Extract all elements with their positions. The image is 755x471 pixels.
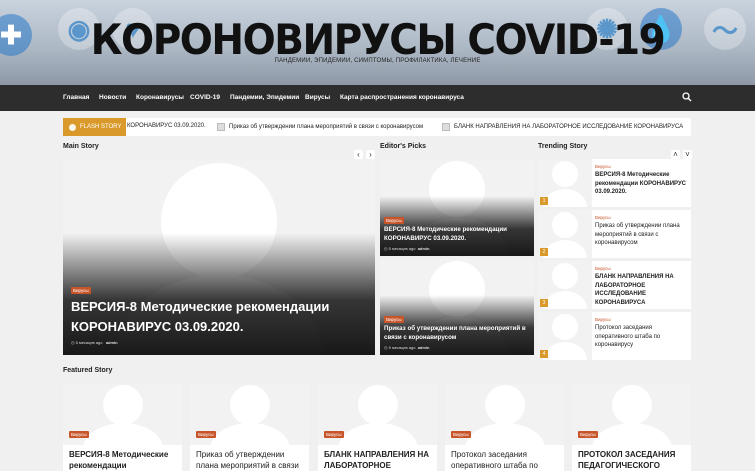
search-icon[interactable] (682, 92, 692, 102)
featured-card[interactable]: Вирусы ВЕРСИЯ-8 Методические рекомендаци… (63, 383, 182, 471)
flash-label-text: FLASH STORY (80, 124, 122, 130)
featured-card[interactable]: Вирусы ПРОТОКОЛ ЗАСЕДАНИЯ ПЕДАГОГИЧЕСКОГ… (572, 383, 691, 471)
flash-icon (69, 123, 76, 131)
featured-heading: Featured Story (63, 367, 113, 374)
post-author[interactable]: admin (418, 246, 430, 251)
category-badge[interactable]: Вирусы (69, 431, 89, 438)
nav-item-viruses[interactable]: Вирусы (305, 94, 330, 101)
trending-item[interactable]: 4 Вирусы Протокол заседания оперативного… (538, 312, 691, 360)
editors-pick-title[interactable]: ВЕРСИЯ-8 Методические рекомендации КОРОН… (384, 225, 524, 243)
trending-title[interactable]: БЛАНК НАПРАВЛЕНИЯ НА ЛАБОРАТОРНОЕ ИССЛЕД… (595, 273, 689, 307)
category-badge[interactable]: Вирусы (71, 287, 91, 294)
category-badge[interactable]: Вирусы (384, 217, 404, 224)
chevron-up-icon[interactable]: ˄ (671, 150, 680, 159)
chevron-down-icon[interactable]: ˅ (683, 150, 692, 159)
site-header: ✚ ◉ ♥ ✺ 💧 〜 КОРОНОВИРУСЫ COVID-19 ПАНДЕМ… (0, 0, 755, 85)
main-story-card[interactable]: Вирусы ВЕРСИЯ-8 Методические рекомендаци… (63, 159, 375, 355)
category-badge[interactable]: Вирусы (196, 431, 216, 438)
flash-item-text: КОРОНАВИРУС 03.09.2020. (127, 123, 206, 129)
category-badge[interactable]: Вирусы (451, 431, 471, 438)
category-badge[interactable]: Вирусы (384, 316, 404, 323)
featured-title[interactable]: Приказ об утверждении плана мероприятий … (196, 449, 304, 471)
featured-title[interactable]: ВЕРСИЯ-8 Методические рекомендации КОРОН… (69, 449, 177, 471)
post-author[interactable]: admin (418, 345, 430, 350)
nav-item-news[interactable]: Новости (99, 94, 126, 101)
post-meta: ◷ 5 месяцев ago admin (384, 345, 429, 350)
trending-heading: Trending Story (538, 143, 588, 150)
featured-card[interactable]: Вирусы Приказ об утверждении плана мероп… (190, 383, 309, 471)
category-badge[interactable]: Вирусы (324, 431, 344, 438)
trending-nav: ˄ ˅ (671, 150, 692, 159)
category-badge[interactable]: Вирусы (578, 431, 598, 438)
trending-thumbnail: 2 (538, 210, 592, 258)
site-tagline: ПАНДЕМИИ, ЭПИДЕМИИ, СИМПТОМЫ, ПРОФИЛАКТИ… (274, 58, 481, 64)
trending-item[interactable]: 2 Вирусы Приказ об утверждении плана мер… (538, 210, 691, 258)
trending-title[interactable]: ВЕРСИЯ-8 Методические рекомендации КОРОН… (595, 171, 689, 197)
trending-thumbnail: 3 (538, 261, 592, 309)
main-story-nav: ‹ › (354, 150, 375, 159)
featured-title[interactable]: Протокол заседания оперативного штаба по (451, 449, 559, 471)
nav-item-pandemics[interactable]: Пандемии, Эпидемии (230, 94, 299, 101)
trending-rank: 2 (540, 248, 548, 256)
flash-thumbnail (442, 123, 450, 131)
trending-thumbnail: 4 (538, 312, 592, 360)
post-time: 5 месяцев ago (75, 340, 103, 345)
category-badge[interactable]: Вирусы (595, 317, 611, 322)
main-nav: Главная Новости Коронавирусы COVID-19 Па… (0, 85, 755, 111)
featured-title[interactable]: ПРОТОКОЛ ЗАСЕДАНИЯ ПЕДАГОГИЧЕСКОГО СОВЕТ… (578, 449, 686, 471)
trending-rank: 1 (540, 197, 548, 205)
editors-pick-card[interactable]: Вирусы ВЕРСИЯ-8 Методические рекомендаци… (380, 159, 534, 256)
nav-item-covid19[interactable]: COVID-19 (190, 94, 220, 101)
next-arrow-icon[interactable]: › (366, 150, 375, 159)
nav-item-spread-map[interactable]: Карта распространения коронавируса (340, 94, 464, 101)
main-story-title[interactable]: ВЕРСИЯ-8 Методические рекомендации КОРОН… (71, 297, 331, 337)
nav-item-coronaviruses[interactable]: Коронавирусы (136, 94, 184, 101)
trending-rank: 4 (540, 350, 548, 358)
flash-item[interactable]: Приказ об утверждении плана мероприятий … (217, 123, 423, 131)
featured-card[interactable]: Вирусы БЛАНК НАПРАВЛЕНИЯ НА ЛАБОРАТОРНОЕ (318, 383, 437, 471)
category-badge[interactable]: Вирусы (595, 266, 611, 271)
flash-item-text: Приказ об утверждении плана мероприятий … (229, 124, 424, 130)
flash-item-text: БЛАНК НАПРАВЛЕНИЯ НА ЛАБОРАТОРНОЕ ИССЛЕД… (454, 124, 684, 130)
category-badge[interactable]: Вирусы (595, 215, 611, 220)
trending-title[interactable]: Приказ об утверждении плана мероприятий … (595, 222, 689, 248)
main-story-heading: Main Story (63, 143, 99, 150)
trending-title[interactable]: Протокол заседания оперативного штаба по… (595, 324, 689, 350)
featured-card[interactable]: Вирусы Протокол заседания оперативного ш… (445, 383, 564, 471)
flash-item[interactable]: БЛАНК НАПРАВЛЕНИЯ НА ЛАБОРАТОРНОЕ ИССЛЕД… (442, 123, 683, 131)
editors-pick-card[interactable]: Вирусы Приказ об утверждении плана мероп… (380, 259, 534, 355)
editors-pick-title[interactable]: Приказ об утверждении плана мероприятий … (384, 324, 530, 342)
post-meta: ◷ 5 месяцев ago admin (71, 340, 118, 345)
editors-picks-heading: Editor's Picks (380, 143, 427, 150)
category-badge[interactable]: Вирусы (595, 164, 611, 169)
trending-item[interactable]: 1 Вирусы ВЕРСИЯ-8 Методические рекоменда… (538, 159, 691, 207)
featured-title[interactable]: БЛАНК НАПРАВЛЕНИЯ НА ЛАБОРАТОРНОЕ (324, 449, 432, 471)
trending-rank: 3 (540, 299, 548, 307)
flash-item[interactable]: КОРОНАВИРУС 03.09.2020. (127, 123, 206, 129)
flash-story-label: FLASH STORY (63, 118, 126, 136)
prev-arrow-icon[interactable]: ‹ (354, 150, 363, 159)
flash-story-ticker: FLASH STORY КОРОНАВИРУС 03.09.2020. Прик… (63, 118, 691, 136)
post-author[interactable]: admin (106, 340, 118, 345)
post-meta: ◷ 5 месяцев ago admin (384, 246, 429, 251)
post-time: 5 месяцев ago (388, 345, 416, 350)
nav-item-home[interactable]: Главная (63, 94, 89, 101)
trending-thumbnail: 1 (538, 159, 592, 207)
flash-thumbnail (217, 123, 225, 131)
trending-item[interactable]: 3 Вирусы БЛАНК НАПРАВЛЕНИЯ НА ЛАБОРАТОРН… (538, 261, 691, 309)
post-time: 5 месяцев ago (388, 246, 416, 251)
